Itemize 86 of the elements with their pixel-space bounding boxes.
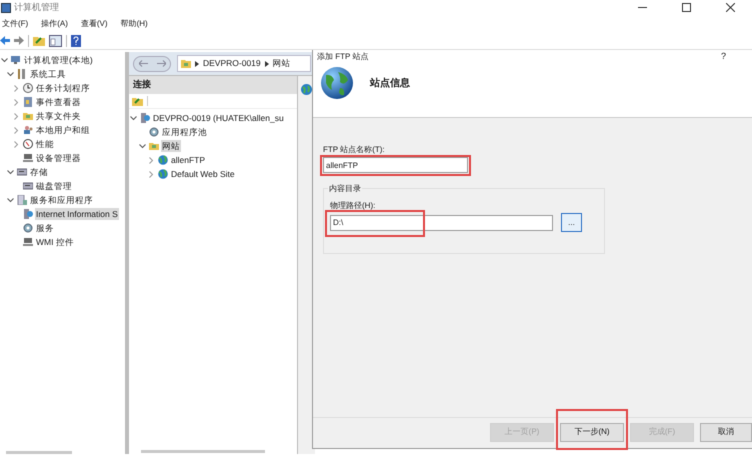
help-icon[interactable]	[71, 34, 81, 46]
users-icon	[23, 125, 33, 135]
menu-item[interactable]: 文件(F)	[0, 18, 30, 30]
collapse-caret-icon[interactable]	[130, 116, 137, 120]
device-icon	[23, 153, 33, 163]
minimize-icon	[638, 7, 646, 8]
collapse-caret-icon[interactable]	[1, 58, 8, 62]
chevron-icon	[264, 60, 269, 66]
chevron-icon	[195, 60, 199, 66]
tree-item[interactable]: 系统工具	[29, 68, 67, 80]
close-icon	[726, 3, 734, 12]
server-icon	[23, 209, 33, 219]
group-title: 内容目录	[328, 183, 362, 195]
tree-item[interactable]: allenFTP	[170, 154, 206, 166]
tree-item[interactable]: 共享文件夹	[35, 110, 82, 122]
panel-icon[interactable]	[49, 34, 62, 46]
tree-item[interactable]: Internet Information S	[35, 208, 119, 220]
gear-icon	[23, 223, 33, 233]
tree-item[interactable]: 存储	[29, 166, 49, 178]
browse-button[interactable]: ...	[561, 213, 582, 232]
wizard-button[interactable]: 取消	[700, 422, 752, 442]
globe-icon	[158, 155, 168, 165]
tree-item[interactable]: 设备管理器	[35, 152, 82, 164]
physical-path-field[interactable]: D:\	[330, 214, 553, 230]
wizard-button[interactable]: 下一步(N)	[560, 422, 624, 442]
tree-item[interactable]: 磁盘管理	[35, 180, 73, 192]
globe-icon	[320, 66, 354, 100]
dialog-title: 添加 FTP 站点	[317, 51, 368, 63]
menu-item[interactable]: 帮助(H)	[118, 18, 150, 30]
folder-icon	[23, 111, 33, 121]
tree-item[interactable]: 本地用户和组	[35, 124, 91, 136]
gauge-icon	[23, 139, 33, 149]
expand-caret-icon[interactable]	[14, 126, 19, 134]
server-icon	[140, 113, 150, 123]
expand-caret-icon[interactable]	[14, 84, 19, 92]
collapse-caret-icon[interactable]	[7, 170, 14, 174]
connect-icon[interactable]	[132, 96, 143, 106]
expand-caret-icon[interactable]	[14, 140, 19, 148]
scrollbar[interactable]	[141, 450, 265, 453]
tree-item[interactable]: 性能	[35, 138, 55, 150]
folder-icon	[149, 141, 159, 151]
app-icon	[1, 2, 11, 12]
breadcrumb-item[interactable]: 网站	[272, 57, 291, 70]
expand-caret-icon[interactable]	[14, 98, 19, 106]
back-arrow-icon[interactable]	[0, 36, 10, 45]
field-label: FTP 站点名称(T):	[323, 144, 385, 156]
globe-icon	[158, 169, 168, 179]
tree-item[interactable]: 计算机管理(本地)	[23, 54, 94, 66]
field-label: 物理路径(H):	[330, 200, 376, 212]
globe-icon	[301, 84, 312, 95]
services-icon	[17, 195, 27, 205]
tree-item[interactable]: 任务计划程序	[35, 82, 91, 94]
tree-item[interactable]: 事件查看器	[35, 96, 82, 108]
page-heading: 站点信息	[370, 76, 410, 90]
tree-item[interactable]: DEVPRO-0019 (HUATEK\allen_su	[152, 112, 285, 124]
connections-header: 连接	[129, 76, 297, 94]
device-icon	[23, 237, 33, 247]
breadcrumb-item[interactable]: DEVPRO-0019	[203, 57, 261, 70]
scrollbar[interactable]	[6, 451, 72, 454]
gear-icon	[149, 127, 159, 137]
collapse-caret-icon[interactable]	[7, 198, 14, 202]
computer-icon	[11, 55, 21, 65]
navigation-buttons[interactable]	[133, 56, 171, 72]
expand-caret-icon[interactable]	[149, 170, 154, 178]
log-icon	[23, 97, 33, 107]
tree-item[interactable]: 服务	[35, 222, 55, 234]
forward-arrow-icon[interactable]	[14, 36, 24, 45]
maximize-icon	[682, 3, 690, 12]
folder-icon	[181, 59, 191, 68]
tree-item[interactable]: 网站	[161, 140, 181, 152]
expand-caret-icon[interactable]	[149, 156, 154, 164]
tools-icon	[17, 69, 27, 79]
tree-item[interactable]: Default Web Site	[170, 168, 236, 180]
folder-up-icon[interactable]	[33, 35, 45, 46]
clock-icon	[23, 83, 33, 93]
expand-caret-icon[interactable]	[14, 112, 19, 120]
site-name-field[interactable]: allenFTP	[323, 157, 468, 173]
menu-item[interactable]: 查看(V)	[78, 18, 110, 30]
collapse-caret-icon[interactable]	[7, 72, 14, 76]
window-title: 计算机管理	[14, 0, 59, 14]
help-button[interactable]: ?	[720, 50, 726, 64]
tree-item[interactable]: 应用程序池	[161, 126, 208, 138]
menu-item[interactable]: 操作(A)	[39, 18, 70, 30]
tree-item[interactable]: WMI 控件	[35, 236, 75, 248]
tree-item[interactable]: 服务和应用程序	[29, 194, 94, 206]
collapse-caret-icon[interactable]	[139, 144, 146, 148]
